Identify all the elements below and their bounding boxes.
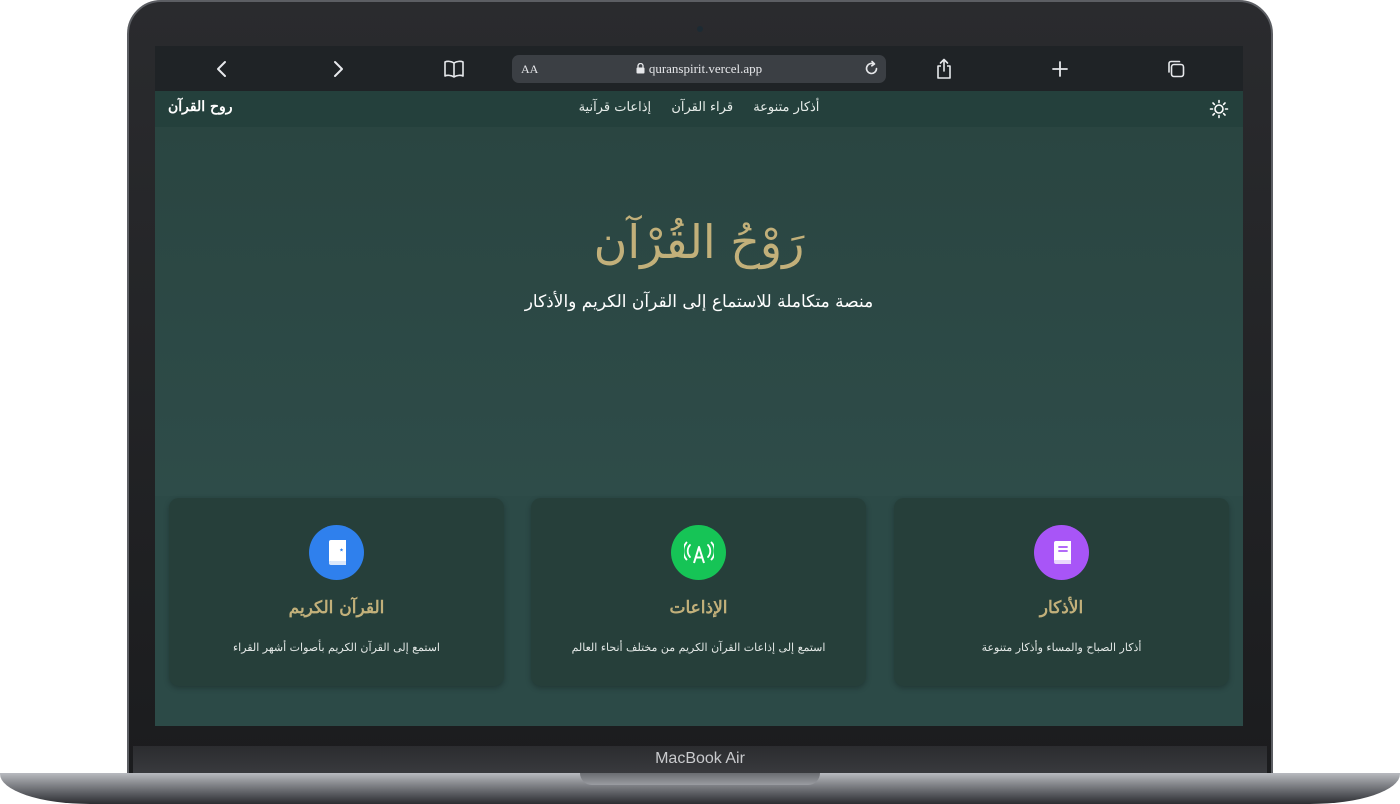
nav-links: أذكار متنوعة قراء القرآن إذاعات قرآنية [155, 100, 1243, 115]
card-description: أذكار الصباح والمساء وأذكار متنوعة [981, 641, 1142, 654]
forward-icon[interactable] [326, 57, 350, 81]
reload-icon[interactable] [863, 60, 880, 77]
tabs-icon[interactable] [1164, 57, 1188, 81]
webcam [697, 26, 703, 32]
nav-link-reciters[interactable]: قراء القرآن [671, 100, 733, 115]
card-description: استمع إلى إذاعات القرآن الكريم من مختلف … [571, 641, 826, 654]
device-label: MacBook Air [655, 750, 745, 767]
sun-icon [1209, 99, 1229, 119]
back-icon[interactable] [210, 57, 234, 81]
theme-toggle-button[interactable] [1209, 99, 1229, 123]
nav-link-radios[interactable]: إذاعات قرآنية [579, 100, 652, 115]
laptop-notch [580, 773, 820, 785]
site-navbar: روح القرآن أذكار متنوعة قراء القرآن إذاع… [155, 91, 1243, 127]
card-title: الإذاعات [669, 598, 728, 618]
card-description: استمع إلى القرآن الكريم بأصوات أشهر القر… [232, 641, 440, 654]
browser-toolbar: AA quranspirit.vercel.app [155, 46, 1243, 91]
hero-title: رَوْحُ القُرْآن [593, 215, 805, 269]
bookmarks-icon[interactable] [442, 57, 466, 81]
screen: AA quranspirit.vercel.app روح القرآن أذك… [155, 46, 1243, 726]
card-quran[interactable]: القرآن الكريم استمع إلى القرآن الكريم بأ… [169, 498, 504, 686]
share-icon[interactable] [932, 57, 956, 81]
address-bar[interactable]: AA quranspirit.vercel.app [512, 55, 886, 83]
new-tab-icon[interactable] [1048, 57, 1072, 81]
book-icon [1034, 525, 1089, 580]
lock-icon [636, 63, 645, 74]
card-title: القرآن الكريم [288, 598, 385, 618]
card-title: الأذكار [1039, 598, 1084, 618]
hero-subtitle: منصة متكاملة للاستماع إلى القرآن الكريم … [524, 292, 874, 312]
hero-section: رَوْحُ القُرْآن منصة متكاملة للاستماع إل… [155, 127, 1243, 496]
nav-link-adhkar[interactable]: أذكار متنوعة [753, 100, 819, 115]
card-radios[interactable]: الإذاعات استمع إلى إذاعات القرآن الكريم … [531, 498, 866, 686]
radio-broadcast-icon [671, 525, 726, 580]
url-text: quranspirit.vercel.app [648, 61, 763, 76]
quran-book-icon [309, 525, 364, 580]
card-adhkar[interactable]: الأذكار أذكار الصباح والمساء وأذكار متنو… [894, 498, 1229, 686]
